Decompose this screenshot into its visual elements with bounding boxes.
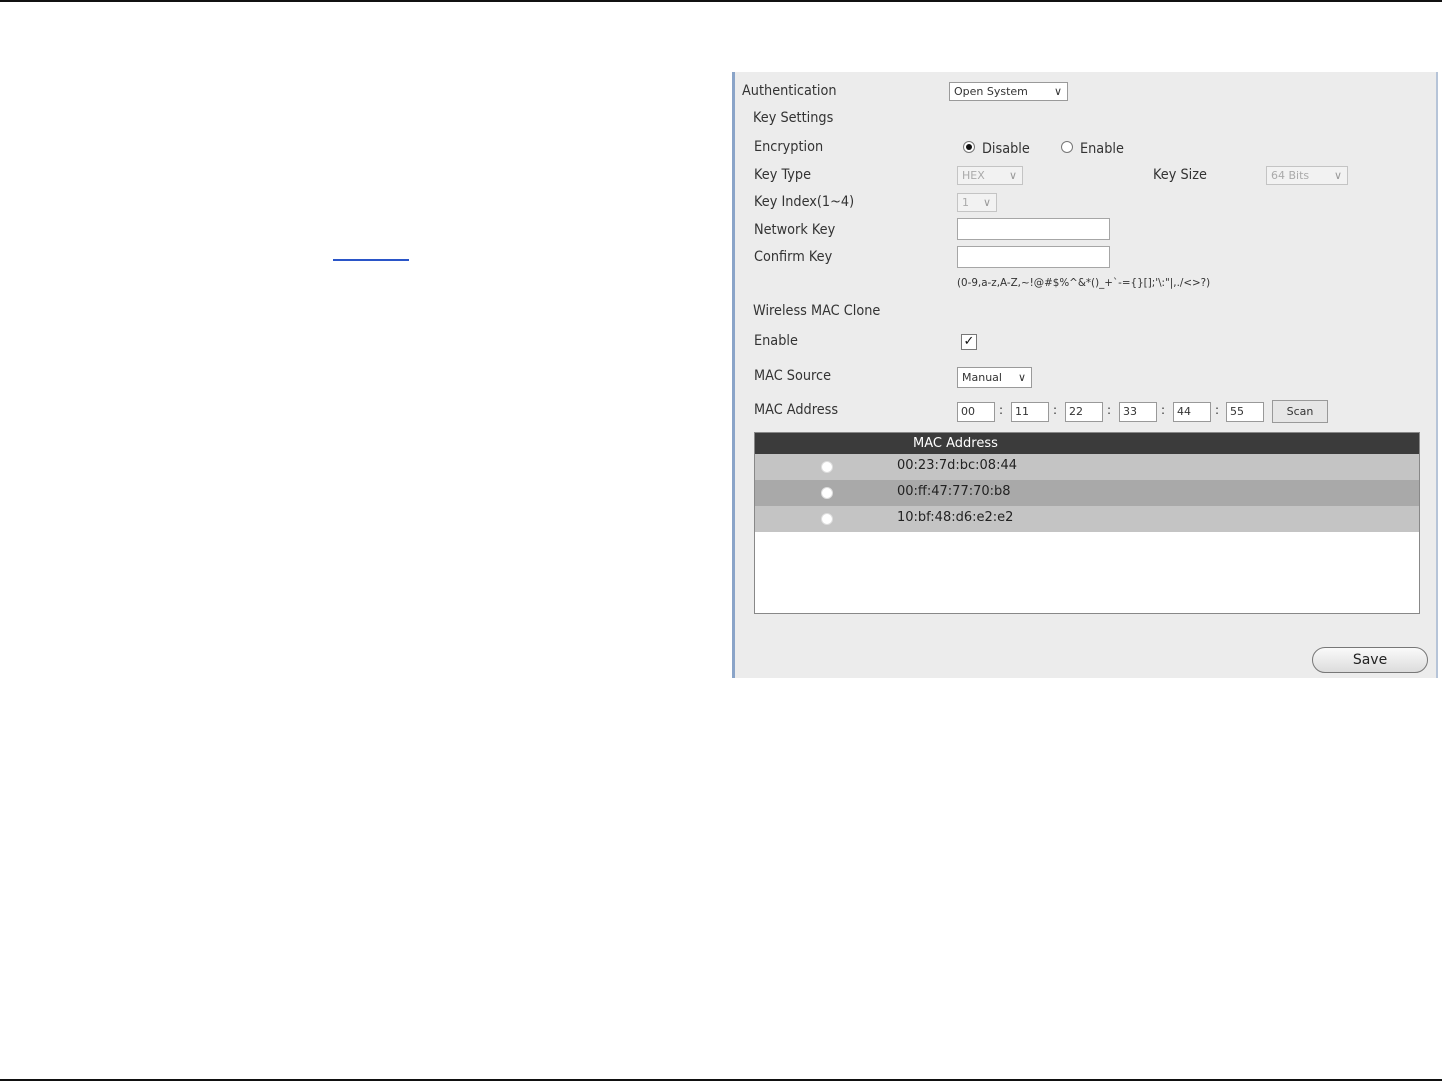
encryption-enable-label: Enable: [1080, 141, 1124, 157]
table-row[interactable]: 00:ff:47:77:70:b8: [755, 480, 1419, 506]
mac-separator: :: [1215, 403, 1220, 417]
link-underline[interactable]: [333, 259, 409, 261]
mac-select-radio[interactable]: [821, 487, 833, 499]
table-row[interactable]: 10:bf:48:d6:e2:e2: [755, 506, 1419, 532]
mac-source-value: Manual: [962, 371, 1002, 384]
network-key-label: Network Key: [754, 222, 836, 238]
network-key-input[interactable]: [957, 218, 1110, 240]
scan-button[interactable]: Scan: [1272, 400, 1328, 423]
mac-separator: :: [1053, 403, 1058, 417]
key-character-hint: (0-9,a-z,A-Z,~!@#$%^&*()_+`-={}[];'\:"|,…: [957, 276, 1211, 289]
mac-address-table: MAC Address 00:23:7d:bc:08:44 00:ff:47:7…: [754, 432, 1420, 614]
mac-table-header-label: MAC Address: [913, 436, 998, 451]
chevron-down-icon: ∨: [982, 196, 991, 209]
key-index-select[interactable]: 1 ∨: [957, 193, 997, 212]
wireless-mac-clone-label: Wireless MAC Clone: [753, 303, 881, 319]
authentication-label: Authentication: [742, 83, 837, 99]
encryption-enable-radio[interactable]: [1061, 141, 1073, 153]
authentication-select[interactable]: Open System ∨: [949, 82, 1068, 101]
mac-address-cell: 10:bf:48:d6:e2:e2: [897, 510, 1014, 525]
mac-octet-6-input[interactable]: 55: [1226, 402, 1264, 422]
mac-source-label: MAC Source: [754, 368, 832, 384]
key-index-label: Key Index(1~4): [754, 194, 855, 210]
mac-select-radio[interactable]: [821, 513, 833, 525]
authentication-value: Open System: [954, 85, 1028, 98]
mac-clone-enable-label: Enable: [754, 333, 798, 349]
encryption-disable-label: Disable: [982, 141, 1030, 157]
mac-separator: :: [1161, 403, 1166, 417]
confirm-key-input[interactable]: [957, 246, 1110, 268]
chevron-down-icon: ∨: [1333, 169, 1342, 182]
key-index-value: 1: [962, 196, 969, 209]
save-button[interactable]: Save: [1312, 647, 1428, 673]
key-settings-label: Key Settings: [753, 110, 834, 126]
mac-octet-3-input[interactable]: 22: [1065, 402, 1103, 422]
top-rule: [0, 0, 1442, 2]
mac-table-header: MAC Address: [755, 433, 1419, 454]
mac-source-select[interactable]: Manual ∨: [957, 367, 1032, 388]
encryption-disable-radio[interactable]: [963, 141, 975, 153]
mac-octet-1-input[interactable]: 00: [957, 402, 995, 422]
chevron-down-icon: ∨: [1017, 371, 1026, 384]
chevron-down-icon: ∨: [1008, 169, 1017, 182]
key-type-value: HEX: [962, 169, 985, 182]
bottom-rule: [0, 1079, 1442, 1081]
key-size-value: 64 Bits: [1271, 169, 1310, 182]
mac-separator: :: [1107, 403, 1112, 417]
key-type-label: Key Type: [754, 167, 812, 183]
key-size-label: Key Size: [1153, 167, 1207, 183]
encryption-label: Encryption: [754, 139, 824, 155]
mac-octet-4-input[interactable]: 33: [1119, 402, 1157, 422]
key-type-select[interactable]: HEX ∨: [957, 166, 1023, 185]
mac-separator: :: [999, 403, 1004, 417]
mac-select-radio[interactable]: [821, 461, 833, 473]
confirm-key-label: Confirm Key: [754, 249, 833, 265]
mac-octet-2-input[interactable]: 11: [1011, 402, 1049, 422]
mac-clone-enable-checkbox[interactable]: ✓: [961, 334, 977, 350]
key-size-select[interactable]: 64 Bits ∨: [1266, 166, 1348, 185]
mac-octet-5-input[interactable]: 44: [1173, 402, 1211, 422]
table-row[interactable]: 00:23:7d:bc:08:44: [755, 454, 1419, 480]
mac-address-cell: 00:ff:47:77:70:b8: [897, 484, 1011, 499]
mac-address-label: MAC Address: [754, 402, 839, 418]
mac-address-cell: 00:23:7d:bc:08:44: [897, 458, 1017, 473]
chevron-down-icon: ∨: [1053, 85, 1062, 98]
